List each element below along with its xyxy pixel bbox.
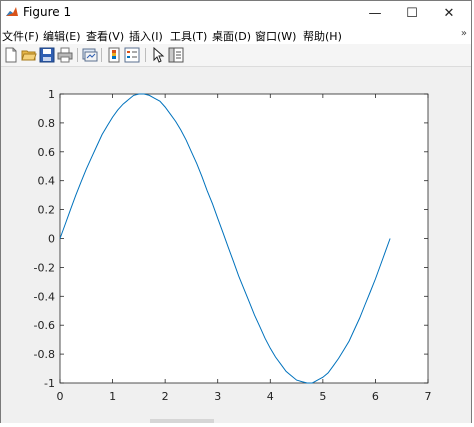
toolbar-separator <box>77 48 78 62</box>
menu-insert[interactable]: 插入(I) <box>129 28 163 44</box>
x-tick-label: 4 <box>267 390 274 403</box>
x-tick-label: 3 <box>214 390 221 403</box>
y-tick-label: -1 <box>44 377 55 390</box>
close-icon: ✕ <box>443 5 455 21</box>
y-tick-label: 1 <box>48 88 55 101</box>
menu-edit[interactable]: 编辑(E) <box>43 28 81 44</box>
x-tick-label: 5 <box>319 390 326 403</box>
print-icon[interactable] <box>57 47 73 63</box>
save-icon[interactable] <box>39 47 55 63</box>
figure-window: Figure 1 — ☐ ✕ 文件(F) 编辑(E) 查看(V) 插入(I) 工… <box>0 0 472 423</box>
x-tick-label: 1 <box>109 390 116 403</box>
y-tick-label: 0 <box>48 233 55 246</box>
y-tick-label: -0.8 <box>34 348 55 361</box>
y-tick-label: -0.4 <box>34 290 55 303</box>
insert-colorbar-icon[interactable] <box>106 47 122 63</box>
y-tick-label: -0.2 <box>34 261 55 274</box>
menu-help[interactable]: 帮助(H) <box>303 28 342 44</box>
menu-file[interactable]: 文件(F) <box>2 28 39 44</box>
edit-plot-arrow-icon[interactable] <box>150 47 166 63</box>
open-file-icon[interactable] <box>21 47 37 63</box>
toolbar-separator <box>101 48 102 62</box>
bottom-edge-strip <box>150 419 214 423</box>
matlab-app-icon <box>5 5 19 19</box>
x-tick-label: 6 <box>372 390 379 403</box>
figure-canvas: 0 1 2 3 4 5 6 7 -1 -0.8 -0.6 -0.4 -0.2 0 0.2 0.4 0.6 0.8 1 <box>1 67 471 423</box>
toolbar-separator <box>145 48 146 62</box>
y-tick-label: -0.6 <box>34 319 55 332</box>
plot-svg[interactable]: 0 1 2 3 4 5 6 7 -1 -0.8 -0.6 -0.4 -0.2 0 0.2 0.4 0.6 0.8 1 <box>1 67 471 423</box>
menu-desktop[interactable]: 桌面(D) <box>212 28 251 44</box>
insert-legend-icon[interactable] <box>124 47 140 63</box>
title-bar[interactable]: Figure 1 — ☐ ✕ <box>1 1 471 25</box>
menu-overflow-icon[interactable]: » <box>461 28 467 39</box>
new-figure-icon[interactable] <box>3 47 19 63</box>
menu-tools[interactable]: 工具(T) <box>170 28 207 44</box>
y-tick-label: 0.8 <box>38 117 56 130</box>
y-tick-label: 0.4 <box>38 175 56 188</box>
toolbar <box>1 44 471 67</box>
x-tick-label: 2 <box>162 390 169 403</box>
property-editor-icon[interactable] <box>168 47 184 63</box>
y-tick-label: 0.6 <box>38 146 56 159</box>
close-button[interactable]: ✕ <box>427 1 471 25</box>
x-tick-label: 7 <box>425 390 432 403</box>
menu-view[interactable]: 查看(V) <box>86 28 124 44</box>
y-tick-label: 0.2 <box>38 204 56 217</box>
axes-box <box>59 93 429 384</box>
menu-bar: 文件(F) 编辑(E) 查看(V) 插入(I) 工具(T) 桌面(D) 窗口(W… <box>1 25 471 44</box>
x-tick-label: 0 <box>57 390 64 403</box>
maximize-icon: ☐ <box>406 5 418 21</box>
link-plot-icon[interactable] <box>82 47 98 63</box>
window-title: Figure 1 <box>23 5 72 19</box>
menu-window[interactable]: 窗口(W) <box>255 28 296 44</box>
minimize-icon: — <box>368 5 382 21</box>
